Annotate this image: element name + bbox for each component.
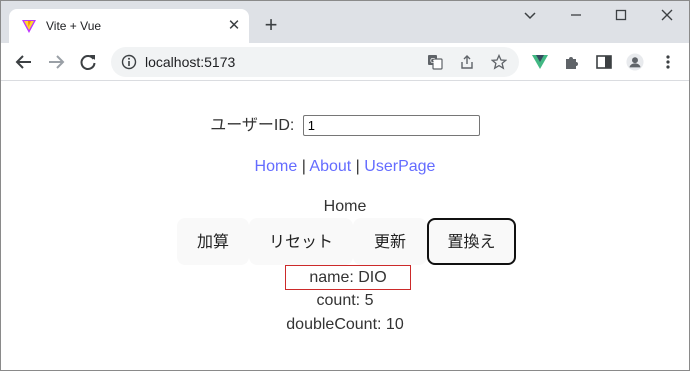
back-arrow-icon[interactable] (13, 51, 35, 73)
close-window-icon[interactable] (654, 7, 680, 27)
user-id-row: ユーザーID: 1 (1, 115, 689, 136)
share-icon[interactable] (459, 54, 475, 70)
address-bar[interactable]: localhost:5173 G (111, 47, 519, 77)
side-panel-icon[interactable] (595, 53, 613, 71)
url-text[interactable]: localhost:5173 (145, 54, 235, 70)
user-id-input[interactable]: 1 (302, 115, 480, 136)
site-info-icon[interactable] (121, 54, 137, 70)
vue-devtools-icon[interactable] (531, 53, 549, 71)
kebab-menu-icon[interactable] (659, 53, 677, 71)
nav-separator: | (355, 158, 360, 175)
extensions-puzzle-icon[interactable] (563, 53, 581, 71)
nav-link-userpage[interactable]: UserPage (364, 158, 435, 175)
update-button[interactable]: 更新 (353, 218, 427, 265)
vite-logo-icon (22, 20, 36, 33)
minimize-icon[interactable] (563, 7, 589, 27)
tab-strip: Vite + Vue ✕ + (1, 1, 689, 43)
tab-search-icon[interactable] (517, 7, 543, 27)
router-nav: Home | About | UserPage (1, 157, 689, 177)
page-content: ユーザーID: 1 Home | About | UserPage Home 加… (1, 82, 689, 370)
bookmark-star-icon[interactable] (491, 54, 507, 70)
svg-text:G: G (430, 57, 435, 65)
double-count-display: doubleCount: 10 (286, 316, 404, 333)
browser-window: Vite + Vue ✕ + localhost:5173 G ユーザーID: … (0, 0, 690, 371)
page-title: Home (323, 198, 367, 215)
tab-close-icon[interactable]: ✕ (225, 17, 243, 35)
user-id-label: ユーザーID: (210, 116, 295, 134)
count-display: count: 5 (316, 292, 374, 309)
tab-title: Vite + Vue (46, 19, 102, 33)
nav-link-about[interactable]: About (309, 158, 351, 175)
reload-icon[interactable] (77, 51, 99, 73)
reset-button[interactable]: リセット (249, 218, 353, 265)
nav-link-home[interactable]: Home (255, 158, 298, 175)
translate-icon[interactable]: G (427, 54, 443, 70)
replace-button[interactable]: 置換え (427, 218, 516, 265)
add-button[interactable]: 加算 (177, 218, 249, 265)
forward-arrow-icon[interactable] (45, 51, 67, 73)
nav-separator: | (301, 158, 306, 175)
profile-avatar-icon[interactable] (626, 53, 644, 71)
new-tab-icon[interactable]: + (261, 14, 281, 36)
tab-active[interactable]: Vite + Vue ✕ (9, 9, 249, 43)
maximize-icon[interactable] (608, 7, 634, 27)
name-display: name: DIO (285, 265, 411, 290)
browser-toolbar: localhost:5173 G (1, 43, 689, 81)
